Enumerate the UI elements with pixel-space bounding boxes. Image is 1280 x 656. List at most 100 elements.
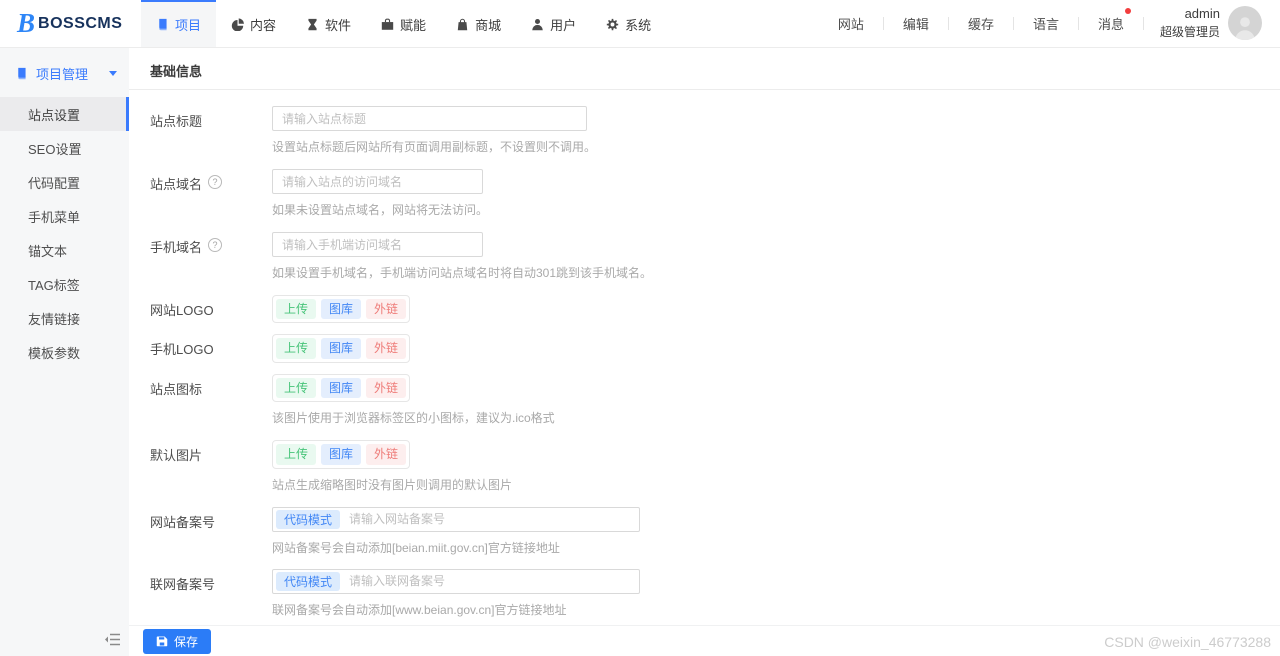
nav-tab-用户[interactable]: 用户 [516, 0, 591, 47]
gallery-button[interactable]: 图库 [321, 377, 362, 399]
section-title: 基础信息 [129, 48, 1280, 90]
field-help-text: 站点生成缩略图时没有图片则调用的默认图片 [272, 477, 513, 492]
sidebar-item-手机菜单[interactable]: 手机菜单 [0, 199, 129, 233]
nav-tab-软件[interactable]: 软件 [291, 0, 366, 47]
field-label-wrap: 站点图标 [150, 374, 272, 426]
field-control: 代码模式 网站备案号会自动添加[beian.miit.gov.cn]官方链接地址 [272, 506, 1280, 556]
menu-fold-icon [105, 633, 120, 646]
sidebar-group-label: 项目管理 [36, 67, 89, 82]
field-control: 上传 图库 外链站点生成缩略图时没有图片则调用的默认图片 [272, 440, 1280, 492]
gallery-button[interactable]: 图库 [321, 299, 362, 320]
save-button-label: 保存 [174, 634, 199, 649]
external-link-button[interactable]: 外链 [366, 444, 407, 465]
nav-tab-label: 项目 [175, 18, 202, 33]
nav-tab-label: 赋能 [400, 18, 427, 33]
field-label-wrap: 网站LOGO [150, 295, 272, 323]
sidebar-collapse-button[interactable] [104, 631, 122, 649]
external-link-button[interactable]: 外链 [366, 377, 407, 399]
external-link-button[interactable]: 外链 [366, 299, 407, 320]
sidebar-item-SEO设置[interactable]: SEO设置 [0, 131, 129, 165]
upload-button[interactable]: 上传 [276, 444, 317, 465]
app-logo: B BOSSCMS [0, 0, 141, 47]
code-mode-input-wrap: 代码模式 [272, 506, 640, 532]
header-menu-语言[interactable]: 语言 [1014, 14, 1078, 33]
sidebar-group-project-manage[interactable]: 项目管理 [0, 48, 129, 97]
help-question-icon[interactable]: ? [208, 238, 223, 252]
pie-icon [231, 18, 245, 31]
sidebar-item-锚文本[interactable]: 锚文本 [0, 233, 129, 267]
field-control: 上传 图库 外链该图片使用于浏览器标签区的小图标，建议为.ico格式 [272, 373, 1280, 426]
field-help-text: 设置站点标题后网站所有页面调用副标题，不设置则不调用。 [272, 140, 597, 154]
save-button[interactable]: 保存 [143, 628, 212, 654]
code-mode-button[interactable]: 代码模式 [276, 571, 341, 591]
avatar-person-icon [1235, 17, 1255, 41]
external-link-button[interactable]: 外链 [366, 338, 407, 359]
nav-tab-label: 商城 [475, 18, 502, 33]
nav-tab-label: 内容 [250, 18, 277, 33]
upload-button[interactable]: 上传 [276, 299, 317, 320]
top-header: B BOSSCMS 项目 内容 软件 赋能 商城 用户 系统 网站 编辑 缓存 语言 消息 admi… [0, 0, 1280, 48]
sidebar-item-站点设置[interactable]: 站点设置 [0, 97, 129, 131]
field-label-wrap: 站点域名? [150, 169, 272, 218]
save-floppy-icon [156, 636, 168, 647]
gallery-button[interactable]: 图库 [321, 338, 362, 359]
field-input-手机域名[interactable] [272, 232, 483, 257]
header-menu-消息[interactable]: 消息 [1079, 8, 1143, 33]
header-menu-网站[interactable]: 网站 [819, 14, 883, 33]
media-picker: 上传 图库 外链 [272, 334, 411, 363]
nav-tab-商城[interactable]: 商城 [441, 0, 516, 47]
media-picker: 上传 图库 外链 [272, 295, 411, 324]
field-help-text: 该图片使用于浏览器标签区的小图标，建议为.ico格式 [272, 411, 555, 426]
code-mode-button[interactable]: 代码模式 [276, 509, 341, 529]
upload-button[interactable]: 上传 [276, 338, 317, 359]
field-label-wrap: 手机LOGO [150, 334, 272, 362]
nav-tab-内容[interactable]: 内容 [216, 0, 291, 47]
nav-tab-label: 系统 [625, 18, 652, 33]
logo-text: BOSSCMS [38, 14, 123, 32]
message-badge-dot [1124, 8, 1131, 14]
nav-tab-赋能[interactable]: 赋能 [366, 0, 441, 47]
app-root: B BOSSCMS 项目 内容 软件 赋能 商城 用户 系统 网站 编辑 缓存 语言 消息 admi… [0, 0, 1280, 656]
field-label-wrap: 联网备案号 [150, 569, 272, 618]
field-label-wrap: 默认图片 [150, 440, 272, 492]
sidebar-menu: 站点设置 SEO设置 代码配置 手机菜单 锚文本 TAG标签 友情链接 模板参数 [0, 97, 129, 369]
field-label: 站点标题 [150, 114, 203, 129]
field-input-站点域名[interactable] [272, 169, 483, 194]
settings-form: 站点标题 设置站点标题后网站所有页面调用副标题，不设置则不调用。 站点域名? 如… [129, 90, 1280, 656]
field-input-站点标题[interactable] [272, 106, 587, 131]
shop-icon [457, 18, 468, 31]
help-question-icon[interactable]: ? [208, 175, 223, 189]
field-label: 默认图片 [150, 448, 203, 464]
code-mode-input-wrap: 代码模式 [272, 568, 640, 594]
field-help-text: 网站备案号会自动添加[beian.miit.gov.cn]官方链接地址 [272, 540, 560, 555]
sidebar-item-模板参数[interactable]: 模板参数 [0, 335, 129, 369]
avatar[interactable] [1228, 6, 1262, 41]
chevron-down-icon [109, 71, 117, 76]
user-icon [532, 18, 543, 31]
field-label: 站点图标 [150, 381, 203, 397]
gear-icon [606, 18, 619, 31]
field-label: 网站备案号 [150, 514, 216, 530]
field-control: 设置站点标题后网站所有页面调用副标题，不设置则不调用。 [272, 106, 1280, 155]
nav-tab-系统[interactable]: 系统 [591, 0, 666, 47]
header-right-menu: 网站 编辑 缓存 语言 消息 admin 超级管理员 [819, 0, 1280, 47]
field-label-wrap: 网站备案号 [150, 507, 272, 556]
user-name: admin [1184, 6, 1220, 22]
field-control: 代码模式 联网备案号会自动添加[www.beian.gov.cn]官方链接地址 [272, 568, 1280, 618]
field-help-text: 联网备案号会自动添加[www.beian.gov.cn]官方链接地址 [272, 602, 567, 617]
field-help-text: 如果设置手机域名，手机端访问站点域名时将自动301跳到该手机域名。 [272, 266, 653, 280]
header-menu-编辑[interactable]: 编辑 [884, 14, 948, 33]
sidebar-item-友情链接[interactable]: 友情链接 [0, 301, 129, 335]
media-picker: 上传 图库 外链 [272, 440, 411, 469]
nav-tab-label: 用户 [550, 18, 577, 33]
field-control: 上传 图库 外链 [272, 334, 1280, 363]
media-picker: 上传 图库 外链 [272, 373, 411, 403]
main-content: 基础信息 站点标题 设置站点标题后网站所有页面调用副标题，不设置则不调用。 站点… [129, 48, 1280, 656]
upload-button[interactable]: 上传 [276, 377, 317, 399]
gallery-button[interactable]: 图库 [321, 444, 362, 465]
nav-tab-项目[interactable]: 项目 [141, 0, 217, 47]
header-menu-缓存[interactable]: 缓存 [949, 14, 1013, 33]
user-menu[interactable]: admin 超级管理员 [1144, 5, 1270, 41]
sidebar-item-TAG标签[interactable]: TAG标签 [0, 267, 129, 301]
sidebar-item-代码配置[interactable]: 代码配置 [0, 165, 129, 199]
